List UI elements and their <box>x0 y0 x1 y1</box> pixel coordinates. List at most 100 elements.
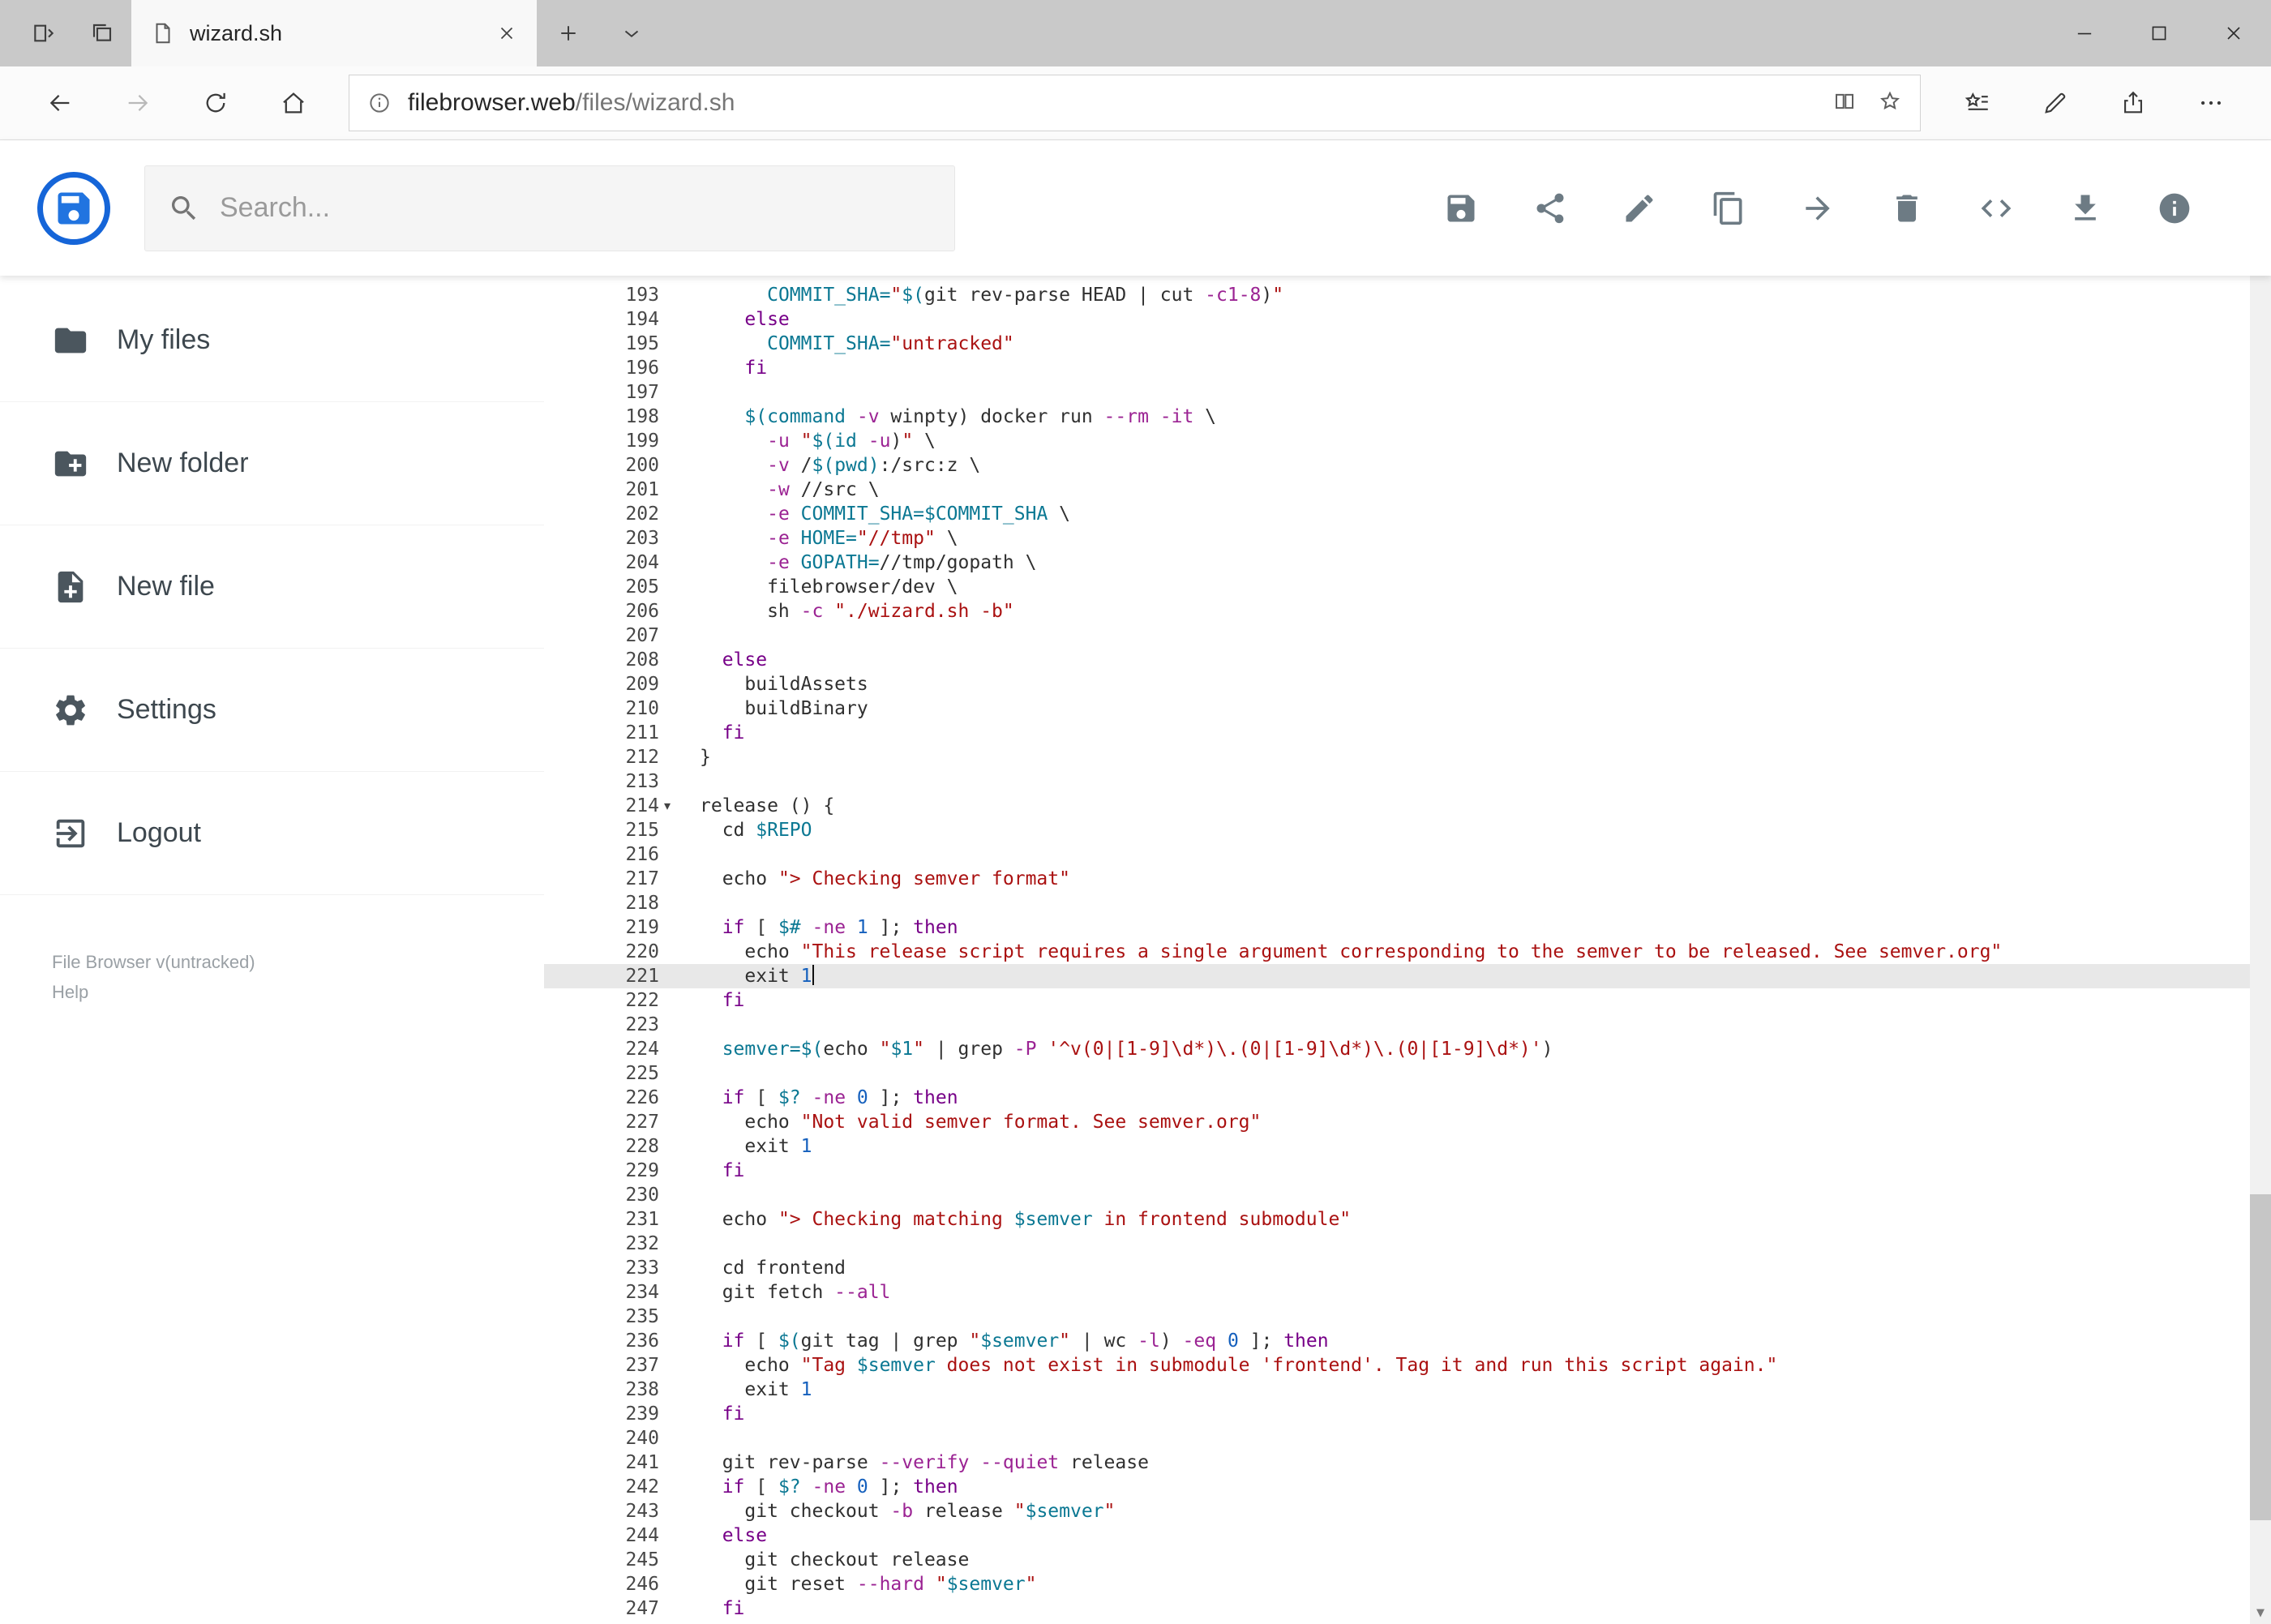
favorites-hub-icon[interactable] <box>1939 66 2016 140</box>
sidebar-item-logout[interactable]: Logout <box>0 772 544 895</box>
code-line[interactable]: 216 <box>544 842 2250 867</box>
code-line[interactable]: 246 git reset --hard "$semver" <box>544 1572 2250 1596</box>
code-line[interactable]: 237 echo "Tag $semver does not exist in … <box>544 1353 2250 1378</box>
code-line[interactable]: 235 <box>544 1305 2250 1329</box>
new-tab-icon[interactable] <box>537 0 600 66</box>
share-page-icon[interactable] <box>2094 66 2172 140</box>
code-line[interactable]: 211 fi <box>544 721 2250 745</box>
page-scrollbar[interactable]: ▲ ▼ <box>2250 141 2271 1624</box>
sidebar-item-new-folder[interactable]: New folder <box>0 402 544 525</box>
code-line[interactable]: 203 -e HOME="//tmp" \ <box>544 526 2250 551</box>
url-box[interactable]: filebrowser.web/files/wizard.sh <box>349 75 1921 131</box>
code-line[interactable]: 208 else <box>544 648 2250 672</box>
code-line[interactable]: 198 $(command -v winpty) docker run --rm… <box>544 405 2250 429</box>
download-icon[interactable] <box>2067 190 2104 227</box>
code-line[interactable]: 242 if [ $? -ne 0 ]; then <box>544 1475 2250 1499</box>
scrollbar-thumb[interactable] <box>2250 1193 2271 1520</box>
code-line[interactable]: 215 cd $REPO <box>544 818 2250 842</box>
code-line[interactable]: 207 <box>544 623 2250 648</box>
code-line[interactable]: 221 exit 1 <box>544 964 2250 988</box>
code-line[interactable]: 244 else <box>544 1523 2250 1548</box>
home-icon[interactable] <box>255 66 332 140</box>
scroll-down-icon[interactable]: ▼ <box>2250 1601 2271 1624</box>
code-line[interactable]: 239 fi <box>544 1402 2250 1426</box>
search-box[interactable] <box>144 165 955 251</box>
code-line[interactable]: 217 echo "> Checking semver format" <box>544 867 2250 891</box>
code-line[interactable]: 204 -e GOPATH=//tmp/gopath \ <box>544 551 2250 575</box>
code-line[interactable]: 194 else <box>544 307 2250 332</box>
code-line[interactable]: 232 <box>544 1232 2250 1256</box>
code-line[interactable]: 228 exit 1 <box>544 1134 2250 1159</box>
code-line[interactable]: 233 cd frontend <box>544 1256 2250 1280</box>
code-line[interactable]: 212} <box>544 745 2250 769</box>
back-icon[interactable] <box>21 66 99 140</box>
share-icon[interactable] <box>1532 190 1569 227</box>
more-options-icon[interactable] <box>2172 66 2250 140</box>
refresh-icon[interactable] <box>177 66 255 140</box>
code-line[interactable]: 219 if [ $# -ne 1 ]; then <box>544 915 2250 940</box>
code-line[interactable]: 238 exit 1 <box>544 1378 2250 1402</box>
code-line[interactable]: 240 <box>544 1426 2250 1450</box>
code-line[interactable]: 197 <box>544 380 2250 405</box>
code-line[interactable]: 224 semver=$(echo "$1" | grep -P '^v(0|[… <box>544 1037 2250 1061</box>
code-line[interactable]: 202 -e COMMIT_SHA=$COMMIT_SHA \ <box>544 502 2250 526</box>
tab-wizard-sh[interactable]: wizard.sh <box>131 0 537 66</box>
tab-close-icon[interactable] <box>496 23 517 44</box>
search-input[interactable] <box>220 192 932 224</box>
code-line[interactable]: 214 ▾ release () { <box>544 794 2250 818</box>
code-line[interactable]: 225 <box>544 1061 2250 1086</box>
code-line[interactable]: 205 filebrowser/dev \ <box>544 575 2250 599</box>
code-line[interactable]: 236 if [ $(git tag | grep "$semver" | wc… <box>544 1329 2250 1353</box>
fold-arrow-icon[interactable]: ▾ <box>664 794 671 818</box>
code-line[interactable]: 218 <box>544 891 2250 915</box>
code-line[interactable]: 206 sh -c "./wizard.sh -b" <box>544 599 2250 623</box>
help-link[interactable]: Help <box>52 977 544 1007</box>
code-line[interactable]: 209 buildAssets <box>544 672 2250 696</box>
code-line[interactable]: 220 echo "This release script requires a… <box>544 940 2250 964</box>
code-line[interactable]: 196 fi <box>544 356 2250 380</box>
code-line[interactable]: 227 echo "Not valid semver format. See s… <box>544 1110 2250 1134</box>
tab-preview-chevron-icon[interactable] <box>600 0 663 66</box>
file-info-icon[interactable] <box>2156 190 2193 227</box>
code-line[interactable]: 210 buildBinary <box>544 696 2250 721</box>
code-line[interactable]: 243 git checkout -b release "$semver" <box>544 1499 2250 1523</box>
sidebar-item-my-files[interactable]: My files <box>0 279 544 402</box>
code-line[interactable]: 231 echo "> Checking matching $semver in… <box>544 1207 2250 1232</box>
code-line[interactable]: 199 -u "$(id -u)" \ <box>544 429 2250 453</box>
code-line[interactable]: 230 <box>544 1183 2250 1207</box>
code-view-icon[interactable] <box>1977 190 2015 227</box>
reading-view-icon[interactable] <box>1832 89 1857 118</box>
set-tabs-aside-icon[interactable] <box>15 0 73 66</box>
code-line[interactable]: 195 COMMIT_SHA="untracked" <box>544 332 2250 356</box>
code-line[interactable]: 201 -w //src \ <box>544 478 2250 502</box>
url-text[interactable]: filebrowser.web/files/wizard.sh <box>408 89 1816 117</box>
code-line[interactable]: 245 git checkout release <box>544 1548 2250 1572</box>
web-note-icon[interactable] <box>2016 66 2094 140</box>
code-line[interactable]: 222 fi <box>544 988 2250 1013</box>
forward-icon[interactable] <box>99 66 177 140</box>
sidebar-item-settings[interactable]: Settings <box>0 649 544 772</box>
tabs-you-set-aside-icon[interactable] <box>73 0 131 66</box>
code-line[interactable]: 229 fi <box>544 1159 2250 1183</box>
code-line[interactable]: 200 -v /$(pwd):/src:z \ <box>544 453 2250 478</box>
code-line[interactable]: 193 COMMIT_SHA="$(git rev-parse HEAD | c… <box>544 283 2250 307</box>
favorite-star-icon[interactable] <box>1878 89 1902 118</box>
edit-icon[interactable] <box>1621 190 1658 227</box>
code-line[interactable]: 226 if [ $? -ne 0 ]; then <box>544 1086 2250 1110</box>
copy-icon[interactable] <box>1710 190 1747 227</box>
save-icon[interactable] <box>1442 190 1480 227</box>
delete-icon[interactable] <box>1888 190 1926 227</box>
window-close-icon[interactable] <box>2196 0 2271 66</box>
move-icon[interactable] <box>1799 190 1836 227</box>
code-line[interactable]: 223 <box>544 1013 2250 1037</box>
code-line[interactable]: 241 git rev-parse --verify --quiet relea… <box>544 1450 2250 1475</box>
code-line[interactable]: 213 <box>544 769 2250 794</box>
code-line[interactable]: 247 fi <box>544 1596 2250 1621</box>
info-icon[interactable] <box>367 91 392 115</box>
code-editor[interactable]: 193 COMMIT_SHA="$(git rev-parse HEAD | c… <box>544 276 2250 1624</box>
sidebar-item-new-file[interactable]: New file <box>0 525 544 649</box>
code-line[interactable]: 234 git fetch --all <box>544 1280 2250 1305</box>
maximize-icon[interactable] <box>2122 0 2196 66</box>
minimize-icon[interactable] <box>2047 0 2122 66</box>
filebrowser-logo[interactable] <box>37 171 110 245</box>
